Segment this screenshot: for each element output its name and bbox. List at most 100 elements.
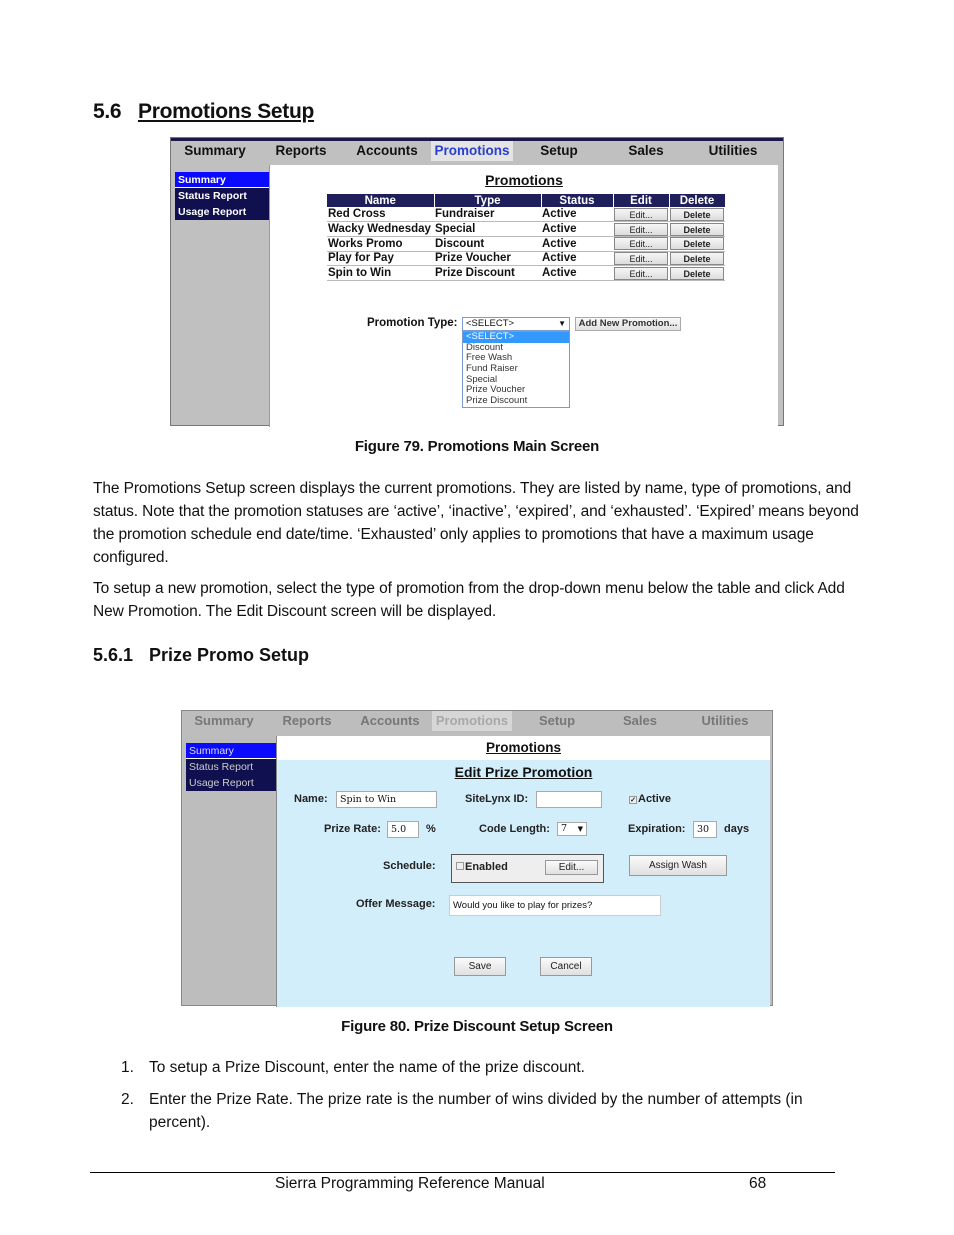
leftnav-status-report[interactable]: Status Report xyxy=(175,188,269,204)
col-name: Name xyxy=(327,194,435,207)
edit-button[interactable]: Edit... xyxy=(614,207,668,221)
offer-message-label: Offer Message: xyxy=(356,898,436,910)
row-type: Prize Voucher xyxy=(434,251,541,267)
code-length-select[interactable]: 7 ▼ xyxy=(557,822,587,836)
subsection-number: 5.6.1 xyxy=(93,645,134,665)
save-button[interactable]: Save xyxy=(454,957,506,976)
tab-setup[interactable]: Setup xyxy=(513,141,605,161)
delete-button[interactable]: Delete xyxy=(670,266,724,280)
edit-prize-title: Edit Prize Promotion xyxy=(454,764,593,780)
expiration-unit: days xyxy=(724,823,750,835)
schedule-label: Schedule: xyxy=(383,860,436,872)
tab-sales[interactable]: Sales xyxy=(602,711,678,731)
add-new-promotion-button[interactable]: Add New Promotion... xyxy=(575,317,681,331)
row-type: Discount xyxy=(434,236,541,252)
leftnav-usage-report[interactable]: Usage Report xyxy=(186,775,276,791)
row-type: Special xyxy=(434,221,541,237)
tab-reports[interactable]: Reports xyxy=(266,711,348,731)
schedule-box: Enabled Edit... xyxy=(451,854,604,883)
col-status: Status xyxy=(541,194,614,207)
section-heading: 5.6 Promotions Setup xyxy=(93,100,314,124)
row-type: Prize Discount xyxy=(434,265,541,281)
leftnav-summary[interactable]: Summary xyxy=(175,172,269,188)
tab-accounts[interactable]: Accounts xyxy=(348,711,432,731)
active-checkbox[interactable]: ✓ Active xyxy=(629,793,671,805)
promotions-header: Promotions xyxy=(277,736,770,760)
checkbox-unchecked-icon xyxy=(456,862,464,870)
delete-button[interactable]: Delete xyxy=(670,237,724,251)
tab-sales[interactable]: Sales xyxy=(605,141,687,161)
tab-reports[interactable]: Reports xyxy=(259,141,343,161)
row-name: Wacky Wednesday xyxy=(327,221,434,237)
tab-utilities[interactable]: Utilities xyxy=(687,141,779,161)
edit-button[interactable]: Edit... xyxy=(614,222,668,236)
code-length-value: 7 xyxy=(561,823,568,834)
paragraph: To setup a new promotion, select the typ… xyxy=(93,580,845,620)
page-number: 68 xyxy=(749,1175,767,1192)
edit-button[interactable]: Edit... xyxy=(614,237,668,251)
figure-80-caption: Figure 80. Prize Discount Setup Screen xyxy=(341,1018,613,1035)
checkbox-checked-icon: ✓ xyxy=(629,796,637,804)
row-status: Active xyxy=(541,221,613,237)
tab-setup[interactable]: Setup xyxy=(512,711,602,731)
promotions-header-text: Promotions xyxy=(485,740,561,755)
delete-button[interactable]: Delete xyxy=(670,251,724,265)
prize-rate-unit: % xyxy=(426,823,436,835)
delete-button[interactable]: Delete xyxy=(670,222,724,236)
sitelynx-input[interactable] xyxy=(536,791,602,808)
left-nav: Summary Status Report Usage Report xyxy=(186,743,276,791)
table-row: Red Cross Fundraiser Active Edit... Dele… xyxy=(327,207,725,223)
expiration-label: Expiration: xyxy=(628,823,686,835)
subsection-heading: 5.6.1 Prize Promo Setup xyxy=(93,645,309,666)
tab-summary[interactable]: Summary xyxy=(182,711,266,731)
delete-button[interactable]: Delete xyxy=(670,207,724,221)
left-nav: Summary Status Report Usage Report xyxy=(175,172,269,220)
sitelynx-label: SiteLynx ID: xyxy=(465,793,529,805)
list-item: 2. Enter the Prize Rate. The prize rate i… xyxy=(93,1088,868,1134)
active-label: Active xyxy=(638,793,672,805)
promotion-type-select[interactable]: <SELECT> ▼ xyxy=(462,317,570,331)
dropdown-option[interactable]: Prize Discount xyxy=(463,395,569,407)
schedule-enabled-checkbox[interactable]: Enabled xyxy=(456,861,508,873)
promotion-type-dropdown-list: <SELECT> Discount Free Wash Fund Raiser … xyxy=(462,331,570,408)
tab-summary[interactable]: Summary xyxy=(171,141,259,161)
row-name: Works Promo xyxy=(327,236,434,252)
section-title: Promotions Setup xyxy=(138,100,315,123)
leftnav-summary[interactable]: Summary xyxy=(186,743,276,759)
body-text: The Promotions Setup screen displays the… xyxy=(93,477,868,631)
footer-title: Sierra Programming Reference Manual xyxy=(275,1175,545,1192)
row-name: Play for Pay xyxy=(327,251,434,267)
step-number: 1. xyxy=(121,1059,134,1076)
row-type: Fundraiser xyxy=(434,207,541,223)
prize-rate-label: Prize Rate: xyxy=(324,823,381,835)
assign-wash-button[interactable]: Assign Wash xyxy=(629,855,727,876)
step-number: 2. xyxy=(121,1091,134,1108)
table-row: Spin to Win Prize Discount Active Edit..… xyxy=(327,265,725,281)
col-edit: Edit xyxy=(613,194,670,207)
step-text: To setup a Prize Discount, enter the nam… xyxy=(149,1059,585,1076)
prize-rate-input[interactable]: 5.0 xyxy=(387,821,419,838)
paragraph: The Promotions Setup screen displays the… xyxy=(93,480,859,566)
subsection-title: Prize Promo Setup xyxy=(149,645,310,665)
leftnav-status-report[interactable]: Status Report xyxy=(186,759,276,775)
tab-accounts[interactable]: Accounts xyxy=(343,141,431,161)
row-name: Red Cross xyxy=(327,207,434,223)
table-row: Play for Pay Prize Voucher Active Edit..… xyxy=(327,251,725,267)
promotions-table: Name Type Status Edit Delete Red Cross F… xyxy=(327,194,726,281)
offer-message-input[interactable]: Would you like to play for prizes? xyxy=(449,895,661,916)
promotions-content: Promotions Name Type Status Edit Delete … xyxy=(269,165,778,427)
prize-discount-screenshot: Summary Reports Accounts Promotions Setu… xyxy=(181,710,773,1007)
schedule-edit-button[interactable]: Edit... xyxy=(545,860,598,875)
name-input[interactable]: Spin to Win xyxy=(336,791,437,808)
cancel-button[interactable]: Cancel xyxy=(540,957,592,976)
expiration-input[interactable]: 30 xyxy=(693,821,717,838)
row-status: Active xyxy=(541,236,613,252)
edit-button[interactable]: Edit... xyxy=(614,251,668,265)
dropdown-arrow-icon: ▼ xyxy=(577,825,583,833)
tab-promotions[interactable]: Promotions xyxy=(432,711,512,731)
tab-promotions[interactable]: Promotions xyxy=(431,141,513,161)
step-text: Enter the Prize Rate. The prize rate is … xyxy=(149,1091,803,1131)
leftnav-usage-report[interactable]: Usage Report xyxy=(175,204,269,220)
edit-button[interactable]: Edit... xyxy=(614,266,668,280)
tab-utilities[interactable]: Utilities xyxy=(678,711,772,731)
